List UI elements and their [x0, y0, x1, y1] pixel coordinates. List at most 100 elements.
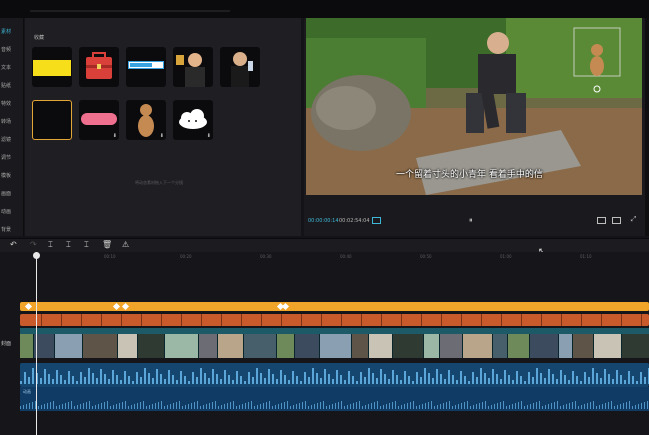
keyframe-marker[interactable]: [281, 302, 290, 311]
subtitle-segment[interactable]: [122, 314, 142, 326]
video-clip[interactable]: [573, 334, 594, 358]
sticker-figure-1[interactable]: [173, 47, 213, 87]
keyframe-marker[interactable]: [24, 302, 33, 311]
subtitle-segment[interactable]: [102, 314, 122, 326]
video-clip[interactable]: [369, 334, 393, 358]
rail-item-sticker[interactable]: 贴纸: [0, 80, 24, 92]
subtitle-segment[interactable]: [182, 314, 202, 326]
rail-item-adjust[interactable]: 调节: [0, 152, 24, 164]
video-clip[interactable]: [622, 334, 649, 358]
subtitle-segment[interactable]: [442, 314, 462, 326]
grid-toggle-icon[interactable]: [372, 217, 381, 224]
rail-item-animation[interactable]: 动画: [0, 206, 24, 218]
split-left-button[interactable]: ⌶: [66, 240, 71, 250]
subtitle-track[interactable]: [20, 314, 649, 326]
video-clip[interactable]: [277, 334, 295, 358]
rail-item-effects[interactable]: 特效: [0, 98, 24, 110]
keyframe-marker[interactable]: [121, 302, 130, 311]
rail-item-background[interactable]: 背景: [0, 224, 24, 236]
video-clip[interactable]: [244, 334, 277, 358]
audio-track-2[interactable]: 动画: [20, 387, 649, 411]
redo-button[interactable]: ↷: [30, 240, 37, 249]
playhead[interactable]: [33, 252, 40, 435]
crop-icon[interactable]: [597, 217, 606, 224]
sticker-toolbox[interactable]: [79, 47, 119, 87]
cover-label[interactable]: 封面: [1, 340, 11, 347]
subtitle-segment[interactable]: [282, 314, 302, 326]
video-clip[interactable]: [118, 334, 138, 358]
subtitle-segment[interactable]: [222, 314, 242, 326]
video-clip[interactable]: [320, 334, 352, 358]
video-clip[interactable]: [559, 334, 573, 358]
rail-item-template[interactable]: 模板: [0, 170, 24, 182]
subtitle-segment[interactable]: [62, 314, 82, 326]
subtitle-segment[interactable]: [542, 314, 562, 326]
subtitle-segment[interactable]: [162, 314, 182, 326]
delete-button[interactable]: 🗑: [102, 240, 112, 249]
subtitle-segment[interactable]: [42, 314, 62, 326]
sticker-progress-bar[interactable]: [126, 47, 166, 87]
video-clip[interactable]: [295, 334, 320, 358]
subtitle-segment[interactable]: [522, 314, 542, 326]
subtitle-segment[interactable]: [562, 314, 582, 326]
sticker-figure-2[interactable]: [220, 47, 260, 87]
sticker-cloud[interactable]: ⬇: [173, 100, 213, 140]
subtitle-segment[interactable]: [422, 314, 442, 326]
keyframe-marker[interactable]: [112, 302, 121, 311]
video-clip[interactable]: [218, 334, 244, 358]
subtitle-segment[interactable]: [242, 314, 262, 326]
video-clip[interactable]: [393, 334, 424, 358]
sticker-bear[interactable]: ⬇: [126, 100, 166, 140]
sticker-frame[interactable]: [32, 100, 72, 140]
sticker-pink-label[interactable]: ⬇: [79, 100, 119, 140]
subtitle-segment[interactable]: [362, 314, 382, 326]
video-clip[interactable]: [424, 334, 440, 358]
subtitle-segment[interactable]: [462, 314, 482, 326]
sticker-yellow-bar[interactable]: [32, 47, 72, 87]
subtitle-segment[interactable]: [622, 314, 642, 326]
rail-item-media[interactable]: 素材: [0, 26, 24, 38]
video-clip[interactable]: [165, 334, 199, 358]
subtitle-segment[interactable]: [582, 314, 602, 326]
rail-item-text[interactable]: 文本: [0, 62, 24, 74]
rail-item-transition[interactable]: 转场: [0, 116, 24, 128]
video-frame[interactable]: 一个留着寸头的小青年 看着手中的信: [306, 18, 642, 195]
rail-item-audio[interactable]: 音频: [0, 44, 24, 56]
video-clip[interactable]: [493, 334, 508, 358]
video-clip[interactable]: [352, 334, 369, 358]
subtitle-segment[interactable]: [262, 314, 282, 326]
subtitle-segment[interactable]: [342, 314, 362, 326]
subtitle-segment[interactable]: [202, 314, 222, 326]
video-clip[interactable]: [83, 334, 118, 358]
subtitle-segment[interactable]: [502, 314, 522, 326]
video-clip[interactable]: [594, 334, 622, 358]
video-clip[interactable]: [199, 334, 218, 358]
video-clip[interactable]: [530, 334, 559, 358]
subtitle-segment[interactable]: [602, 314, 622, 326]
video-clip[interactable]: [34, 334, 55, 358]
time-ruler[interactable]: 00:10 00:20 00:30 00:40 00:50 01:00 01:1…: [20, 252, 649, 262]
video-clip[interactable]: [508, 334, 530, 358]
main-video-track[interactable]: [20, 328, 649, 358]
subtitle-segment[interactable]: [302, 314, 322, 326]
video-clip[interactable]: [20, 334, 34, 358]
video-clip[interactable]: [55, 334, 83, 358]
subtitle-segment[interactable]: [382, 314, 402, 326]
undo-button[interactable]: ↶: [10, 240, 17, 249]
subtitle-segment[interactable]: [82, 314, 102, 326]
audio-track-1[interactable]: [20, 363, 649, 387]
video-clip[interactable]: [463, 334, 493, 358]
split-right-button[interactable]: ⌶: [84, 240, 89, 250]
subtitle-segment[interactable]: [22, 314, 42, 326]
subtitle-segment[interactable]: [322, 314, 342, 326]
rail-item-canvas[interactable]: 画面: [0, 188, 24, 200]
video-clip[interactable]: [138, 334, 165, 358]
warning-button[interactable]: ⚠: [122, 240, 129, 249]
rail-item-filter[interactable]: 滤镜: [0, 134, 24, 146]
ratio-icon[interactable]: [612, 217, 621, 224]
video-clip[interactable]: [440, 334, 463, 358]
subtitle-segment[interactable]: [142, 314, 162, 326]
fullscreen-icon[interactable]: ⤢: [629, 216, 638, 224]
effect-track[interactable]: [20, 302, 649, 311]
playhead-handle[interactable]: [33, 252, 40, 259]
